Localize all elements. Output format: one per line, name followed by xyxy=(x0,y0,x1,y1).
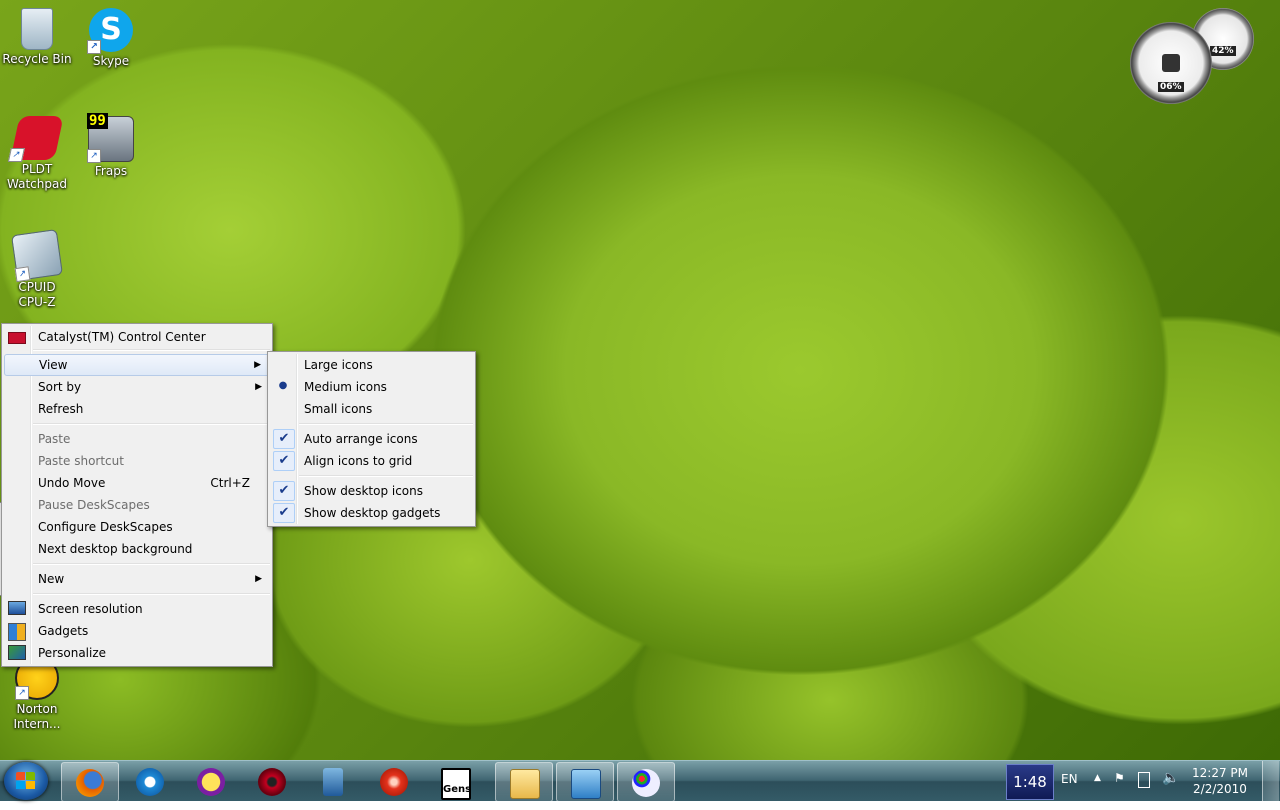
desktop-icon-norton[interactable]: ↗ Norton Intern... xyxy=(2,656,72,732)
menu-separator xyxy=(33,423,270,425)
menu-item-configure-deskscapes[interactable]: Configure DeskScapes xyxy=(4,516,270,538)
taskbar-windows-explorer[interactable] xyxy=(495,762,553,802)
menu-item-screen-resolution[interactable]: Screen resolution xyxy=(4,598,270,620)
checkmark-icon: ✔ xyxy=(273,451,295,471)
view-show-desktop-gadgets[interactable]: ✔ Show desktop gadgets xyxy=(270,502,473,524)
menu-item-view[interactable]: View ▶ xyxy=(4,354,270,376)
screen-resolution-icon xyxy=(8,601,26,615)
firefox-icon xyxy=(76,769,104,797)
windows-logo-icon xyxy=(16,772,36,790)
menu-item-sort-by[interactable]: Sort by ▶ xyxy=(4,376,270,398)
clock-gadget-button[interactable]: 1:48 xyxy=(1006,764,1054,800)
internet-explorer-icon xyxy=(136,768,164,796)
menu-item-undo-move[interactable]: Undo Move Ctrl+Z xyxy=(4,472,270,494)
clock-date: 2/2/2010 xyxy=(1193,782,1247,796)
fraps-icon: 99 ↗ xyxy=(87,113,134,163)
desktop-icon-label: PLDT Watchpad xyxy=(7,162,67,191)
desktop-context-menu: Catalyst(TM) Control Center View ▶ Sort b… xyxy=(1,323,273,667)
gadgets-icon xyxy=(8,623,26,641)
start-button[interactable] xyxy=(4,762,48,800)
power-icon[interactable] xyxy=(1138,772,1150,788)
menu-item-catalyst[interactable]: Catalyst(TM) Control Center xyxy=(4,326,270,348)
menu-separator xyxy=(33,563,270,565)
checkmark-icon: ✔ xyxy=(273,429,295,449)
windows-explorer-icon xyxy=(510,769,540,799)
volume-icon[interactable]: 🔈 xyxy=(1162,770,1179,786)
taskbar-control-panel[interactable] xyxy=(556,762,614,802)
menu-item-paste-shortcut[interactable]: Paste shortcut xyxy=(4,450,270,472)
ati-icon xyxy=(8,332,26,344)
view-submenu: Large icons ● Medium icons Small icons ✔ A… xyxy=(267,351,476,527)
view-auto-arrange[interactable]: ✔ Auto arrange icons xyxy=(270,428,473,450)
taskbar: Gens 1:48 EN ▲ ⚑ 🔈 12:27 PM 2/2/2010 xyxy=(0,760,1280,802)
view-small-icons[interactable]: Small icons xyxy=(270,398,473,420)
control-panel-icon xyxy=(571,769,601,799)
desktop-icon-skype[interactable]: S ↗ Skype xyxy=(76,8,146,69)
desktop-icon-cpu-z[interactable]: ↗ CPUID CPU-Z xyxy=(2,229,72,310)
menu-item-new[interactable]: New ▶ xyxy=(4,568,270,590)
view-show-desktop-icons[interactable]: ✔ Show desktop icons xyxy=(270,480,473,502)
cpu-meter-gadget[interactable]: 42% 06% xyxy=(1130,8,1260,104)
menu-separator xyxy=(33,593,270,595)
desktop-icon-label: CPUID CPU-Z xyxy=(18,280,56,309)
gens-label: Gens xyxy=(443,784,472,795)
checkmark-icon: ✔ xyxy=(273,503,295,523)
shortcut-label: Ctrl+Z xyxy=(210,476,250,490)
taskbar-gens[interactable]: Gens xyxy=(427,762,483,800)
yahoo-messenger-icon xyxy=(197,768,225,796)
submenu-arrow-icon: ▶ xyxy=(254,360,261,370)
show-hidden-icons-button[interactable]: ▲ xyxy=(1094,773,1101,783)
gens-icon: Gens xyxy=(441,768,471,800)
submenu-arrow-icon: ▶ xyxy=(255,574,262,584)
language-indicator[interactable]: EN xyxy=(1061,772,1078,786)
desktop-icon-pldt-watchpad[interactable]: ↗ PLDT Watchpad xyxy=(2,116,72,192)
recycle-bin-icon xyxy=(21,8,53,50)
view-medium-icons[interactable]: ● Medium icons xyxy=(270,376,473,398)
cpu-z-icon: ↗ xyxy=(11,229,63,283)
cpu-gauge-label: 06% xyxy=(1158,82,1184,92)
memory-gauge-label: 42% xyxy=(1210,46,1236,56)
red-swirl-icon xyxy=(380,768,408,796)
radio-dot-icon: ● xyxy=(278,380,288,391)
desktop-icon-label: Norton Intern... xyxy=(13,702,61,731)
media-player-icon xyxy=(323,768,343,796)
menu-separator xyxy=(33,349,270,351)
view-large-icons[interactable]: Large icons xyxy=(270,354,473,376)
menu-item-pause-deskscapes[interactable]: Pause DeskScapes xyxy=(4,494,270,516)
taskbar-yahoo-messenger[interactable] xyxy=(183,762,239,800)
debian-swirl-icon xyxy=(258,768,286,796)
taskbar-internet-explorer[interactable] xyxy=(122,762,178,800)
clock-time: 12:27 PM xyxy=(1192,766,1248,780)
cpu-gauge: 06% xyxy=(1130,22,1212,104)
personalize-icon xyxy=(8,645,26,660)
checkmark-icon: ✔ xyxy=(273,481,295,501)
menu-item-paste[interactable]: Paste xyxy=(4,428,270,450)
desktop-icon-label: Fraps xyxy=(94,164,128,178)
desktop-wallpaper[interactable]: Recycle Bin S ↗ Skype ↗ PLDT Watchpad 99 … xyxy=(0,0,1280,760)
taskbar-firefox[interactable] xyxy=(61,762,119,802)
menu-item-personalize[interactable]: Personalize xyxy=(4,642,270,664)
menu-separator xyxy=(299,475,473,477)
taskbar-debian-app[interactable] xyxy=(244,762,300,800)
skype-icon: S ↗ xyxy=(87,8,133,54)
taskbar-media-player[interactable] xyxy=(305,762,361,800)
menu-item-refresh[interactable]: Refresh xyxy=(4,398,270,420)
pldt-watchpad-icon: ↗ xyxy=(7,116,64,162)
submenu-arrow-icon: ▶ xyxy=(255,382,262,392)
taskbar-red-app[interactable] xyxy=(366,762,422,800)
desktop-icon-recycle-bin[interactable]: Recycle Bin xyxy=(2,8,72,67)
taskbar-paint[interactable] xyxy=(617,762,675,802)
desktop-icon-fraps[interactable]: 99 ↗ Fraps xyxy=(76,113,146,179)
menu-item-gadgets[interactable]: Gadgets xyxy=(4,620,270,642)
show-desktop-button[interactable] xyxy=(1262,761,1279,801)
menu-item-next-background[interactable]: Next desktop background xyxy=(4,538,270,560)
desktop-icon-label: Recycle Bin xyxy=(2,52,72,66)
view-align-to-grid[interactable]: ✔ Align icons to grid xyxy=(270,450,473,472)
action-center-flag-icon[interactable]: ⚑ xyxy=(1114,771,1125,785)
desktop-icon-label: Skype xyxy=(92,54,130,68)
fraps-badge: 99 xyxy=(87,113,108,129)
system-clock[interactable]: 12:27 PM 2/2/2010 xyxy=(1188,765,1252,797)
paint-icon xyxy=(632,769,660,797)
menu-separator xyxy=(299,423,473,425)
